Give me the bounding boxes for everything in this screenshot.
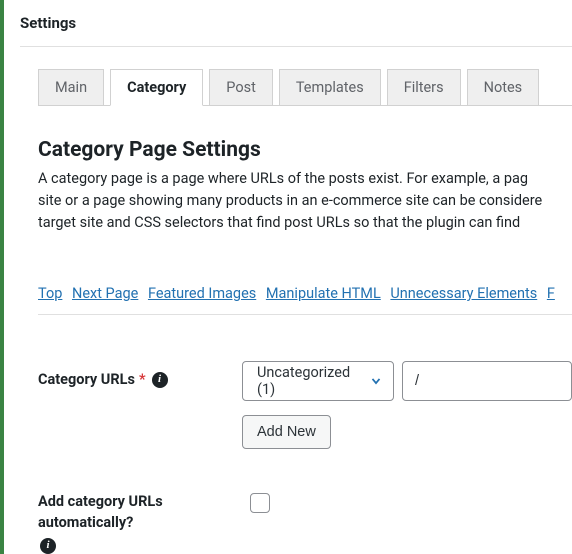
tab-category[interactable]: Category: [110, 69, 203, 106]
jump-link-next-page[interactable]: Next Page: [72, 285, 138, 302]
desc-line: A category page is a page where URLs of …: [38, 170, 528, 187]
tab-filters[interactable]: Filters: [387, 69, 461, 106]
section-title: Category Page Settings: [38, 138, 572, 162]
tab-templates[interactable]: Templates: [279, 69, 381, 106]
auto-add-label-line2: automatically?: [38, 512, 242, 533]
select-value: Uncategorized (1): [257, 364, 359, 398]
form-row-category-urls: Category URLs * i Uncategorized (1) Add …: [38, 361, 572, 449]
required-asterisk-icon: *: [139, 371, 146, 388]
tabs: Main Category Post Templates Filters Not…: [38, 63, 572, 106]
category-select[interactable]: Uncategorized (1): [242, 361, 394, 401]
category-urls-label: Category URLs: [38, 371, 135, 388]
add-new-button[interactable]: Add New: [242, 415, 331, 449]
jump-link-more[interactable]: F: [547, 285, 555, 302]
form-row-auto-add: Add category URLs automatically? i: [38, 491, 572, 554]
jump-link-top[interactable]: Top: [38, 285, 62, 302]
desc-line: target site and CSS selectors that find …: [38, 214, 520, 231]
jump-links: Top Next Page Featured Images Manipulate…: [38, 285, 572, 302]
divider: [38, 314, 572, 315]
desc-line: site or a page showing many products in …: [38, 192, 542, 209]
tab-main[interactable]: Main: [38, 69, 104, 106]
section-description: A category page is a page where URLs of …: [38, 168, 572, 233]
jump-link-unnecessary-elements[interactable]: Unnecessary Elements: [390, 285, 537, 302]
jump-link-manipulate-html[interactable]: Manipulate HTML: [266, 285, 381, 302]
auto-add-label-line1: Add category URLs: [38, 491, 242, 512]
auto-add-checkbox[interactable]: [250, 493, 270, 513]
info-icon[interactable]: i: [152, 372, 168, 388]
panel-title: Settings: [20, 14, 572, 32]
category-url-input[interactable]: [402, 361, 572, 401]
info-icon[interactable]: i: [40, 538, 56, 554]
tab-notes[interactable]: Notes: [467, 69, 540, 106]
tab-post[interactable]: Post: [209, 69, 273, 106]
chevron-down-icon: [369, 374, 383, 388]
jump-link-featured-images[interactable]: Featured Images: [148, 285, 256, 302]
